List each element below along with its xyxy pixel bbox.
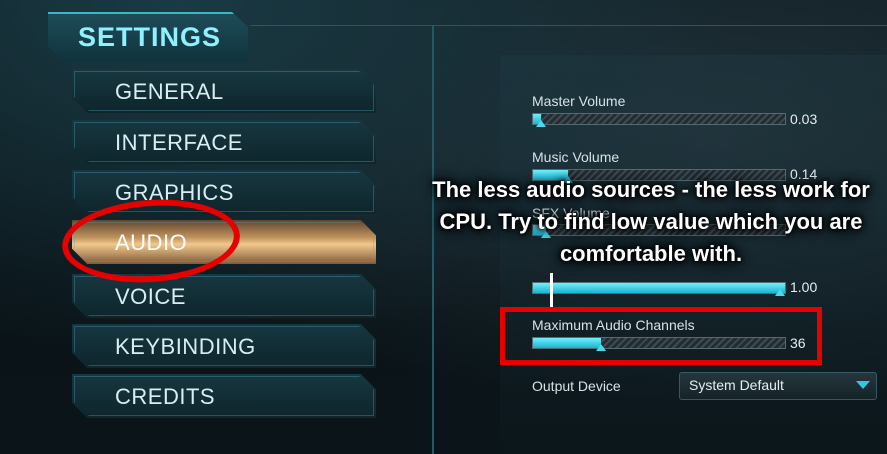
output-device-select[interactable]: System Default (679, 372, 877, 400)
sidebar-item-label: INTERFACE (115, 130, 243, 155)
master-volume-value: 0.03 (790, 111, 818, 127)
frame-top-line (250, 25, 887, 26)
sidebar-item-interface[interactable]: INTERFACE (72, 120, 376, 164)
sidebar-item-label: GENERAL (115, 79, 224, 104)
sidebar-item-label: CREDITS (115, 384, 216, 409)
volume-value: 1.00 (790, 279, 818, 295)
sidebar-item-credits[interactable]: CREDITS (72, 374, 376, 418)
annotation-callout-text: The less audio sources - the less work f… (432, 177, 870, 266)
slider-thumb[interactable] (536, 120, 546, 127)
master-volume-label: Master Volume (532, 93, 626, 109)
sidebar-item-label: VOICE (115, 284, 186, 309)
annotation-pointer-line (550, 273, 553, 307)
master-volume-slider[interactable] (532, 113, 786, 127)
music-volume-label: Music Volume (532, 149, 620, 165)
output-device-label: Output Device (532, 378, 621, 394)
annotation-highlight-box (500, 307, 822, 365)
slider-thumb[interactable] (775, 289, 785, 296)
slider-fill (533, 283, 785, 293)
sidebar-item-label: KEYBINDING (115, 334, 256, 359)
volume-slider[interactable] (532, 282, 786, 296)
chevron-down-icon (856, 381, 870, 389)
sidebar-item-general[interactable]: GENERAL (72, 69, 376, 113)
page-title: SETTINGS (78, 22, 222, 52)
sidebar-item-keybinding[interactable]: KEYBINDING (72, 324, 376, 368)
output-device-value: System Default (689, 377, 784, 393)
